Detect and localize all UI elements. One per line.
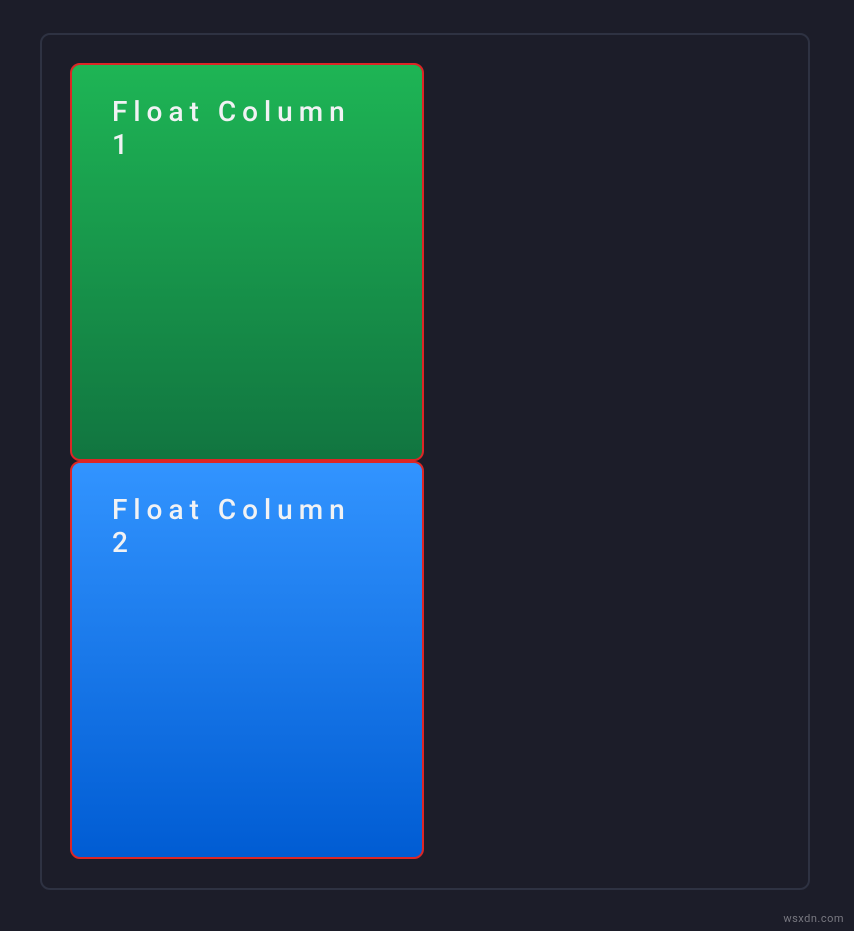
layout-container: Float Column 1 Float Column 2 [40, 33, 810, 890]
float-column-1: Float Column 1 [70, 63, 424, 461]
float-column-2: Float Column 2 [70, 461, 424, 859]
watermark: wsxdn.com [783, 912, 844, 925]
column-title-1: Float Column 1 [112, 95, 382, 161]
column-title-2: Float Column 2 [112, 493, 382, 559]
